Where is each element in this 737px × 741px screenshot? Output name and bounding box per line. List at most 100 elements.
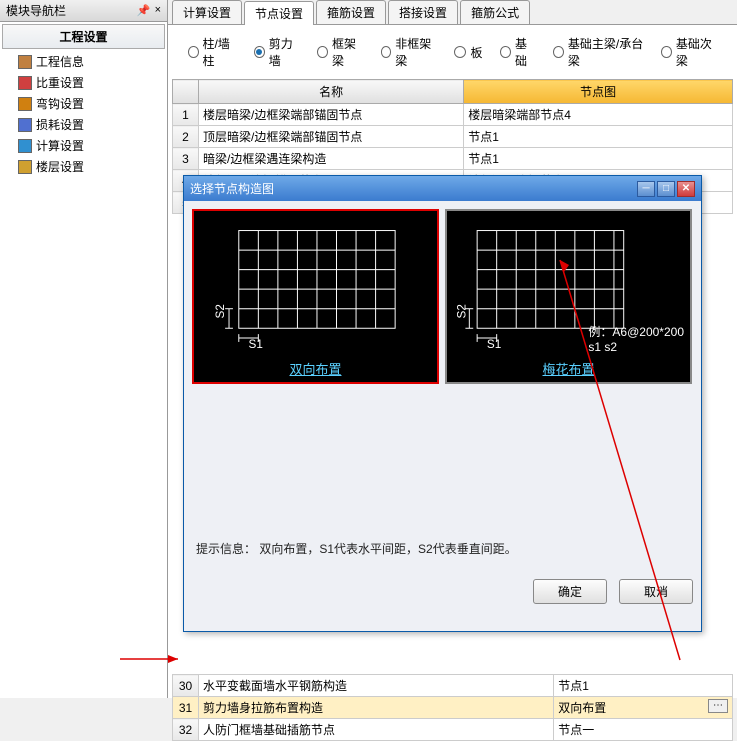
tree-icon xyxy=(18,97,32,111)
minimize-button[interactable]: ─ xyxy=(637,181,655,197)
tree-item[interactable]: 楼层设置 xyxy=(0,156,167,177)
table-row[interactable]: 3暗梁/边框梁遇连梁构造节点1 xyxy=(173,148,733,170)
radio-icon xyxy=(381,46,392,58)
radio-item[interactable]: 基础 xyxy=(500,35,535,69)
sidebar-titlebar: 模块导航栏 📌 × xyxy=(0,0,167,22)
radio-label: 框架梁 xyxy=(332,35,363,69)
pin-icon[interactable]: 📌 xyxy=(137,4,151,17)
cell-img: 双向布置⋯ xyxy=(554,697,733,719)
sidebar-header[interactable]: 工程设置 xyxy=(2,24,165,49)
thumb-label-1: 双向布置 xyxy=(289,359,341,378)
radio-item[interactable]: 基础主梁/承台梁 xyxy=(553,35,643,69)
row-num: 2 xyxy=(173,126,199,148)
table-row[interactable]: 1楼层暗梁/边框梁端部锚固节点楼层暗梁端部节点4 xyxy=(173,104,733,126)
tab[interactable]: 节点设置 xyxy=(244,1,314,25)
thumb-option-1[interactable]: S2 S1 双向布置 xyxy=(192,209,439,384)
tab[interactable]: 搭接设置 xyxy=(388,0,458,24)
row-num: 30 xyxy=(173,675,199,697)
cell-img: 节点1 xyxy=(464,126,733,148)
radio-icon xyxy=(317,46,328,58)
ellipsis-button[interactable]: ⋯ xyxy=(708,699,728,713)
radio-item[interactable]: 剪力墙 xyxy=(254,35,299,69)
radio-label: 基础 xyxy=(515,35,535,69)
sidebar: 模块导航栏 📌 × 工程设置 工程信息比重设置弯钩设置损耗设置计算设置楼层设置 xyxy=(0,0,168,698)
tree-label: 计算设置 xyxy=(36,137,84,154)
tree-item[interactable]: 弯钩设置 xyxy=(0,93,167,114)
radio-icon xyxy=(454,46,466,58)
table-row[interactable]: 2顶层暗梁/边框梁端部锚固节点节点1 xyxy=(173,126,733,148)
row-num: 3 xyxy=(173,148,199,170)
cell-name: 人防门框墙基础插筋节点 xyxy=(199,719,554,741)
s1s2-text: s1 s2 xyxy=(588,340,684,354)
hint-text: 提示信息： 双向布置，S1代表水平间距，S2代表垂直间距。 xyxy=(192,534,693,563)
tree-item[interactable]: 计算设置 xyxy=(0,135,167,156)
radio-label: 剪力墙 xyxy=(269,35,300,69)
tree-item[interactable]: 工程信息 xyxy=(0,51,167,72)
radio-item[interactable]: 柱/墙柱 xyxy=(188,35,236,69)
tree-label: 工程信息 xyxy=(36,53,84,70)
sidebar-close-icon[interactable]: × xyxy=(155,4,161,17)
tab[interactable]: 箍筋公式 xyxy=(460,0,530,24)
thumb-option-2[interactable]: S2 S1 例：A6@200*200 s1 s2 梅花布置 xyxy=(445,209,692,384)
radio-icon xyxy=(254,46,265,58)
tree-icon xyxy=(18,160,32,174)
radio-icon xyxy=(553,46,564,58)
cell-img: 节点1 xyxy=(464,148,733,170)
radio-item[interactable]: 框架梁 xyxy=(317,35,362,69)
dialog-title: 选择节点构造图 xyxy=(190,180,274,197)
svg-text:S2: S2 xyxy=(455,304,468,318)
row-num: 31 xyxy=(173,697,199,719)
radio-item[interactable]: 板 xyxy=(454,44,482,61)
table-row[interactable]: 32人防门框墙基础插筋节点节点一 xyxy=(173,719,733,741)
radio-label: 基础主梁/承台梁 xyxy=(568,35,643,69)
cell-name: 楼层暗梁/边框梁端部锚固节点 xyxy=(199,104,464,126)
maximize-button[interactable]: □ xyxy=(657,181,675,197)
tree-label: 弯钩设置 xyxy=(36,95,84,112)
radio-label: 基础次梁 xyxy=(676,35,717,69)
svg-text:S2: S2 xyxy=(214,304,227,318)
tree-icon xyxy=(18,55,32,69)
radio-label: 柱/墙柱 xyxy=(203,35,237,69)
cell-name: 顶层暗梁/边框梁端部锚固节点 xyxy=(199,126,464,148)
tree-icon xyxy=(18,76,32,90)
radio-label: 非框架梁 xyxy=(395,35,436,69)
dialog-titlebar[interactable]: 选择节点构造图 ─ □ ✕ xyxy=(184,176,701,201)
radio-icon xyxy=(500,46,510,58)
tree-label: 损耗设置 xyxy=(36,116,84,133)
cancel-button[interactable]: 取消 xyxy=(619,579,693,604)
tree-icon xyxy=(18,118,32,132)
cell-name: 剪力墙身拉筋布置构造 xyxy=(199,697,554,719)
tree-icon xyxy=(18,139,32,153)
tree-label: 比重设置 xyxy=(36,74,84,91)
table-row[interactable]: 30水平变截面墙水平钢筋构造节点1 xyxy=(173,675,733,697)
tree-item[interactable]: 损耗设置 xyxy=(0,114,167,135)
svg-text:S1: S1 xyxy=(487,338,501,351)
tree-label: 楼层设置 xyxy=(36,158,84,175)
radio-item[interactable]: 非框架梁 xyxy=(381,35,437,69)
ok-button[interactable]: 确定 xyxy=(533,579,607,604)
radio-icon xyxy=(188,46,199,58)
col-header: 名称 xyxy=(199,80,464,104)
dialog-select-node: 选择节点构造图 ─ □ ✕ S2 S1 双向布置 xyxy=(183,175,702,632)
thumb-label-2: 梅花布置 xyxy=(542,359,594,378)
radio-icon xyxy=(661,46,672,58)
node-table-bottom: 30水平变截面墙水平钢筋构造节点131剪力墙身拉筋布置构造双向布置⋯32人防门框… xyxy=(172,674,733,741)
tree-item[interactable]: 比重设置 xyxy=(0,72,167,93)
col-header xyxy=(173,80,199,104)
table-row[interactable]: 31剪力墙身拉筋布置构造双向布置⋯ xyxy=(173,697,733,719)
cell-name: 暗梁/边框梁遇连梁构造 xyxy=(199,148,464,170)
radio-item[interactable]: 基础次梁 xyxy=(661,35,717,69)
close-button[interactable]: ✕ xyxy=(677,181,695,197)
cell-name: 水平变截面墙水平钢筋构造 xyxy=(199,675,554,697)
cell-img: 楼层暗梁端部节点4 xyxy=(464,104,733,126)
dialog-body: S2 S1 双向布置 S2 S1 xyxy=(184,201,701,571)
row-num: 32 xyxy=(173,719,199,741)
cell-img: 节点一 xyxy=(554,719,733,741)
cell-img: 节点1 xyxy=(554,675,733,697)
sidebar-panel-title: 模块导航栏 xyxy=(6,2,66,19)
tab[interactable]: 计算设置 xyxy=(172,0,242,24)
svg-text:S1: S1 xyxy=(249,338,263,351)
tab[interactable]: 箍筋设置 xyxy=(316,0,386,24)
tabs: 计算设置节点设置箍筋设置搭接设置箍筋公式 xyxy=(168,0,737,25)
radio-label: 板 xyxy=(470,44,482,61)
